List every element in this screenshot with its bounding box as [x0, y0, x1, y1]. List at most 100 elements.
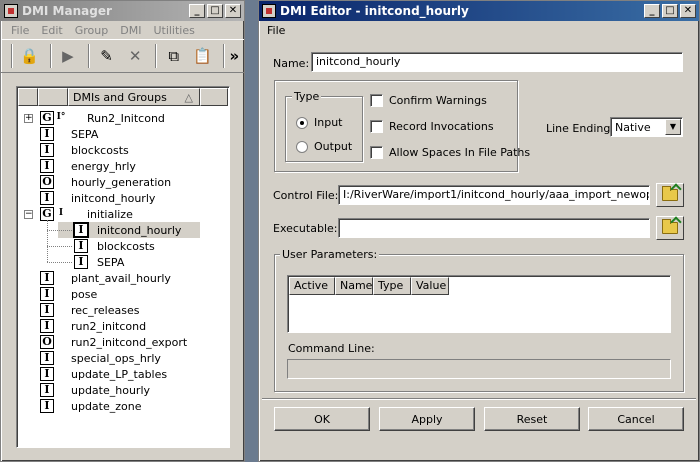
confirm-warnings-label: Confirm Warnings [389, 94, 487, 107]
manager-titlebar[interactable]: DMI Manager _ □ ✕ [1, 1, 244, 21]
toolbar-separator [49, 44, 52, 68]
open-folder-icon [662, 219, 678, 234]
input-radio-dot[interactable] [296, 116, 308, 129]
command-line-field[interactable] [287, 359, 671, 379]
input-dmi-icon: I [40, 159, 54, 173]
collapse-icon[interactable]: − [24, 210, 33, 219]
column-name[interactable]: Name [335, 277, 373, 295]
tree-item[interactable]: I SEPA [74, 254, 124, 270]
expand-icon[interactable]: + [24, 114, 33, 123]
tree-item[interactable]: Iplant_avail_hourly [40, 270, 171, 286]
minimize-button[interactable]: _ [644, 4, 660, 18]
tree-column-header[interactable]: DMIs and Groups △ [68, 88, 200, 106]
line-ending-select[interactable]: Native ▼ [610, 117, 683, 137]
tree-item[interactable]: Iupdate_zone [40, 398, 142, 414]
menu-utilities[interactable]: Utilities [147, 24, 200, 37]
tree-item[interactable]: Orun2_initcond_export [40, 334, 187, 350]
output-radio-label: Output [314, 140, 353, 153]
record-invocations-box[interactable] [370, 120, 383, 133]
toolbar-overflow-icon[interactable]: » [229, 43, 240, 69]
column-value[interactable]: Value [411, 277, 449, 295]
tree-item[interactable]: Irun2_initcond [40, 318, 146, 334]
tree-item[interactable]: Irec_releases [40, 302, 139, 318]
group-icon: I [56, 207, 66, 221]
tree-item[interactable]: Iupdate_LP_tables [40, 366, 167, 382]
ok-button[interactable]: OK [274, 407, 370, 431]
input-dmi-icon: I [40, 191, 54, 205]
menu-dmi[interactable]: DMI [114, 24, 147, 37]
tree-item[interactable]: G Iinitialize [40, 206, 133, 222]
tree-item[interactable]: I SEPA [40, 126, 98, 142]
reset-button[interactable]: Reset [484, 407, 580, 431]
allow-spaces-box[interactable] [370, 146, 383, 159]
output-radio[interactable]: Output [296, 140, 352, 153]
toolbar-separator [11, 44, 13, 68]
tree-item[interactable]: Ohourly_generation [40, 174, 171, 190]
tree-item[interactable]: Iinitcond_hourly [58, 222, 200, 238]
record-invocations-label: Record Invocations [389, 120, 494, 133]
user-parameters-title: User Parameters: [280, 248, 380, 261]
column-type[interactable]: Type [373, 277, 411, 295]
tree-item[interactable]: Ispecial_ops_hrly [40, 350, 161, 366]
tree-item[interactable]: Iinitcond_hourly [40, 190, 155, 206]
tree-item-label: update_zone [71, 399, 142, 413]
maximize-button[interactable]: □ [662, 4, 678, 18]
browse-control-file-button[interactable] [656, 183, 684, 207]
delete-icon[interactable]: ✕ [123, 43, 148, 69]
close-button[interactable]: ✕ [225, 4, 241, 18]
tree-item[interactable]: Ipose [40, 286, 97, 302]
close-button[interactable]: ✕ [680, 4, 696, 18]
name-input[interactable]: initcond_hourly [311, 52, 683, 72]
toolbar-separator [155, 44, 158, 68]
tree-item-label: rec_releases [71, 303, 140, 317]
tree-item[interactable]: Ienergy_hrly [40, 158, 136, 174]
input-dmi-icon: I [74, 239, 88, 253]
browse-executable-button[interactable] [656, 216, 684, 240]
input-radio[interactable]: Input [296, 116, 342, 129]
menu-group[interactable]: Group [69, 24, 115, 37]
allow-spaces-label: Allow Spaces In File Paths [389, 146, 531, 159]
tree-item-label: blockcosts [71, 143, 129, 157]
output-radio-dot[interactable] [296, 140, 308, 153]
confirm-warnings-checkbox[interactable]: Confirm Warnings [370, 94, 487, 107]
tree-item[interactable]: Iblockcosts [74, 238, 155, 254]
tree-item[interactable]: G I° Run2_Initcond [40, 110, 165, 126]
tree-item[interactable]: Iblockcosts [40, 142, 129, 158]
column-active[interactable]: Active [289, 277, 335, 295]
cancel-button[interactable]: Cancel [588, 407, 684, 431]
run-icon[interactable]: ▶ [56, 43, 81, 69]
copy-icon[interactable]: ⧉ [161, 43, 186, 69]
tree-item-label: run2_initcond_export [71, 335, 188, 349]
editor-titlebar[interactable]: DMI Editor - initcond_hourly _ □ ✕ [259, 1, 699, 21]
tree-item-label: initcond_hourly [97, 223, 182, 237]
tree-connector [47, 246, 72, 247]
paste-icon[interactable]: 📋 [190, 43, 215, 69]
tree-item-label: update_hourly [71, 383, 151, 397]
user-parameters-table[interactable]: Active Name Type Value [287, 275, 671, 333]
tree-item[interactable]: Iupdate_hourly [40, 382, 150, 398]
maximize-button[interactable]: □ [207, 4, 223, 18]
tree-connector [47, 230, 72, 231]
allow-spaces-checkbox[interactable]: Allow Spaces In File Paths [370, 146, 530, 159]
tree-item-label: plant_avail_hourly [71, 271, 171, 285]
toolbar-separator [88, 44, 91, 68]
edit-icon[interactable]: ✎ [94, 43, 119, 69]
tree-connector [47, 220, 48, 262]
minimize-button[interactable]: _ [189, 4, 205, 18]
executable-input[interactable] [338, 218, 650, 238]
input-dmi-icon: I [40, 351, 54, 365]
chevron-down-icon[interactable]: ▼ [665, 119, 681, 135]
input-dmi-icon: I [74, 255, 88, 269]
control-file-label: Control File: [273, 189, 339, 202]
confirm-warnings-box[interactable] [370, 94, 383, 107]
control-file-input[interactable]: I:/RiverWare/import1/initcond_hourly/aaa… [338, 185, 650, 205]
menu-file[interactable]: File [5, 24, 35, 37]
column-header-label: DMIs and Groups [73, 90, 167, 104]
apply-button[interactable]: Apply [379, 407, 475, 431]
menu-edit[interactable]: Edit [35, 24, 68, 37]
menu-file[interactable]: File [263, 24, 291, 37]
tree-item-label: special_ops_hrly [71, 351, 161, 365]
record-invocations-checkbox[interactable]: Record Invocations [370, 120, 494, 133]
lock-icon[interactable]: 🔒 [17, 43, 42, 69]
app-icon [4, 4, 18, 18]
